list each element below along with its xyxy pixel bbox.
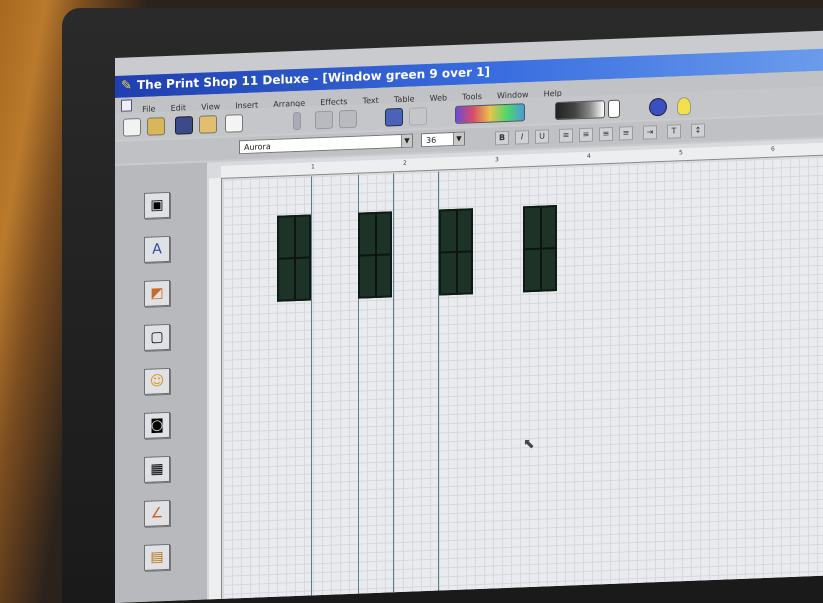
tip-lightbulb-icon[interactable] [677,96,691,116]
web-globe-icon[interactable] [649,97,667,117]
print-shop-app-icon: ✎ [121,78,132,94]
ruler-number: 3 [495,156,499,164]
app-window: ✎ The Print Shop 11 Deluxe - [Window gre… [115,30,823,603]
table-tool-icon: ▦ [150,461,164,478]
mouse-pointer-icon: ⬉ [523,435,535,453]
new-icon[interactable] [123,118,141,137]
spacing-button[interactable]: ↕ [691,123,705,138]
copy-icon[interactable] [315,110,333,130]
justify-button[interactable]: ≡ [619,126,633,141]
italic-button[interactable]: I [515,130,529,145]
tool-camera[interactable]: ◙ [144,411,170,439]
frame-tool-icon: ▢ [150,329,164,346]
print-icon[interactable] [199,115,217,134]
headline-tool-icon: ◩ [150,285,164,302]
green-window-graphic[interactable] [358,211,392,299]
bold-button[interactable]: B [495,130,509,146]
object-toolbar: ▣ A ◩ ▢ ☺ ◙ ▦ ∠ ▤ [115,162,207,603]
tool-frame[interactable]: ▢ [144,323,170,351]
align-center-button[interactable]: ≡ [579,127,593,143]
font-name-select[interactable]: Aurora ▼ [239,133,413,155]
canvas-area: 1 2 3 4 5 6 ⬉ [207,138,823,600]
shading-palette-button[interactable] [555,100,605,121]
tool-photo[interactable]: ▣ [144,191,170,219]
ruler-number: 5 [679,149,683,157]
undo-icon[interactable] [385,107,403,127]
ruler-number: 2 [403,159,407,167]
photo-tool-icon: ▣ [150,197,164,214]
tool-table[interactable]: ▦ [144,455,170,483]
document-icon[interactable] [121,99,132,112]
font-size-value: 36 [426,135,437,146]
color-palette-button[interactable] [455,103,525,124]
line-tool-icon: ∠ [150,505,164,522]
camera-tool-icon: ◙ [150,417,164,434]
chevron-down-icon[interactable]: ▼ [453,132,464,146]
print-preview-icon[interactable] [225,114,243,133]
paste-icon[interactable] [339,109,357,129]
green-window-graphic[interactable] [439,208,473,296]
book-tool-icon: ▤ [150,549,164,566]
vertical-ruler [209,177,222,600]
save-icon[interactable] [175,116,193,135]
cut-icon[interactable] [293,111,301,131]
tool-line[interactable]: ∠ [144,499,170,527]
chevron-down-icon[interactable]: ▼ [401,134,412,148]
redo-icon[interactable] [409,107,427,126]
tool-text[interactable]: A [144,235,170,263]
text-effect-button[interactable]: T [667,124,681,139]
text-tool-icon: A [152,241,162,258]
green-window-graphic[interactable] [277,214,311,302]
guide-line[interactable] [311,176,312,596]
guide-line[interactable] [393,173,394,593]
font-size-select[interactable]: 36 ▼ [421,131,465,148]
green-window-graphic[interactable] [523,205,557,293]
ruler-number: 4 [587,152,591,160]
indent-button[interactable]: ⇥ [643,125,657,140]
tool-headline[interactable]: ◩ [144,279,170,307]
align-left-button[interactable]: ≡ [559,128,573,143]
design-page[interactable]: ⬉ [223,156,823,599]
ruler-number: 6 [771,145,775,153]
open-icon[interactable] [147,117,165,136]
font-name-value: Aurora [244,142,271,153]
smiley-clipart-icon: ☺ [149,373,165,390]
align-right-button[interactable]: ≡ [599,126,613,142]
tool-clipart[interactable]: ☺ [144,367,170,395]
ruler-number: 1 [311,163,315,171]
tool-book[interactable]: ▤ [144,543,170,571]
underline-button[interactable]: U [535,129,549,144]
palette-dropdown-arrow-icon[interactable] [608,99,620,119]
